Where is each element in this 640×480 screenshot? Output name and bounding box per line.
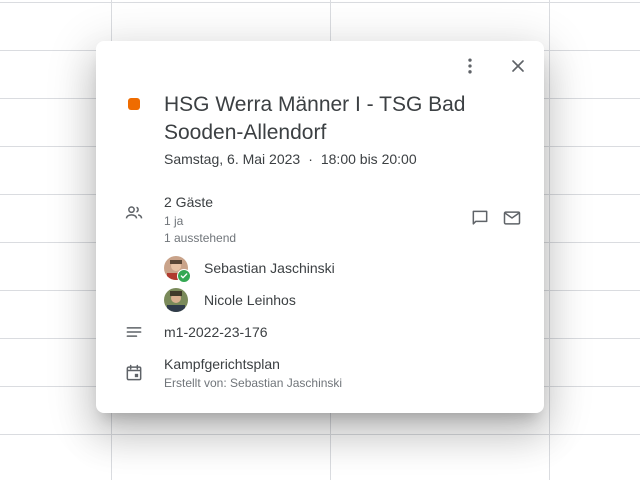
grid-row-line — [0, 434, 640, 435]
grid-column-line — [549, 0, 550, 480]
calendar-creator: Erstellt von: Sebastian Jaschinski — [164, 376, 343, 390]
guest-pending-count: 1 ausstehend — [164, 231, 237, 245]
calendar-icon — [126, 364, 142, 381]
event-title: HSG Werra Männer I - TSG Bad Sooden-Alle… — [164, 93, 466, 144]
close-button[interactable] — [502, 50, 534, 82]
event-color-indicator — [128, 98, 140, 110]
mail-icon — [503, 211, 521, 225]
guest-name[interactable]: Nicole Leinhos — [204, 292, 296, 308]
guest-avatar — [164, 288, 188, 312]
accepted-check-badge — [177, 269, 191, 283]
event-datetime: Samstag, 6. Mai 2023 · 18:00 bis 20:00 — [164, 151, 417, 167]
event-details-popup: HSG Werra Männer I - TSG Bad Sooden-Alle… — [96, 41, 544, 413]
chat-icon — [472, 210, 488, 225]
event-date: Samstag, 6. Mai 2023 — [164, 151, 301, 167]
guest-name[interactable]: Sebastian Jaschinski — [204, 260, 335, 276]
calendar-name: Kampfgerichtsplan — [164, 356, 280, 372]
check-icon — [180, 273, 188, 279]
guest-summary: 2 Gäste — [164, 194, 214, 210]
guest-avatar — [164, 256, 191, 283]
more-vert-icon — [468, 58, 472, 74]
close-icon — [512, 60, 524, 72]
event-description: m1-2022-23-176 — [164, 324, 268, 340]
notes-icon — [126, 327, 142, 337]
event-time: 18:00 bis 20:00 — [320, 151, 417, 167]
chat-with-guests-button[interactable] — [464, 202, 496, 234]
guest-yes-count: 1 ja — [164, 214, 184, 228]
person-avatar-icon — [164, 288, 188, 312]
more-options-button[interactable] — [454, 50, 486, 82]
people-icon — [125, 206, 143, 219]
datetime-separator: · — [308, 151, 313, 167]
email-guests-button[interactable] — [496, 202, 528, 234]
grid-row-line — [0, 2, 640, 3]
